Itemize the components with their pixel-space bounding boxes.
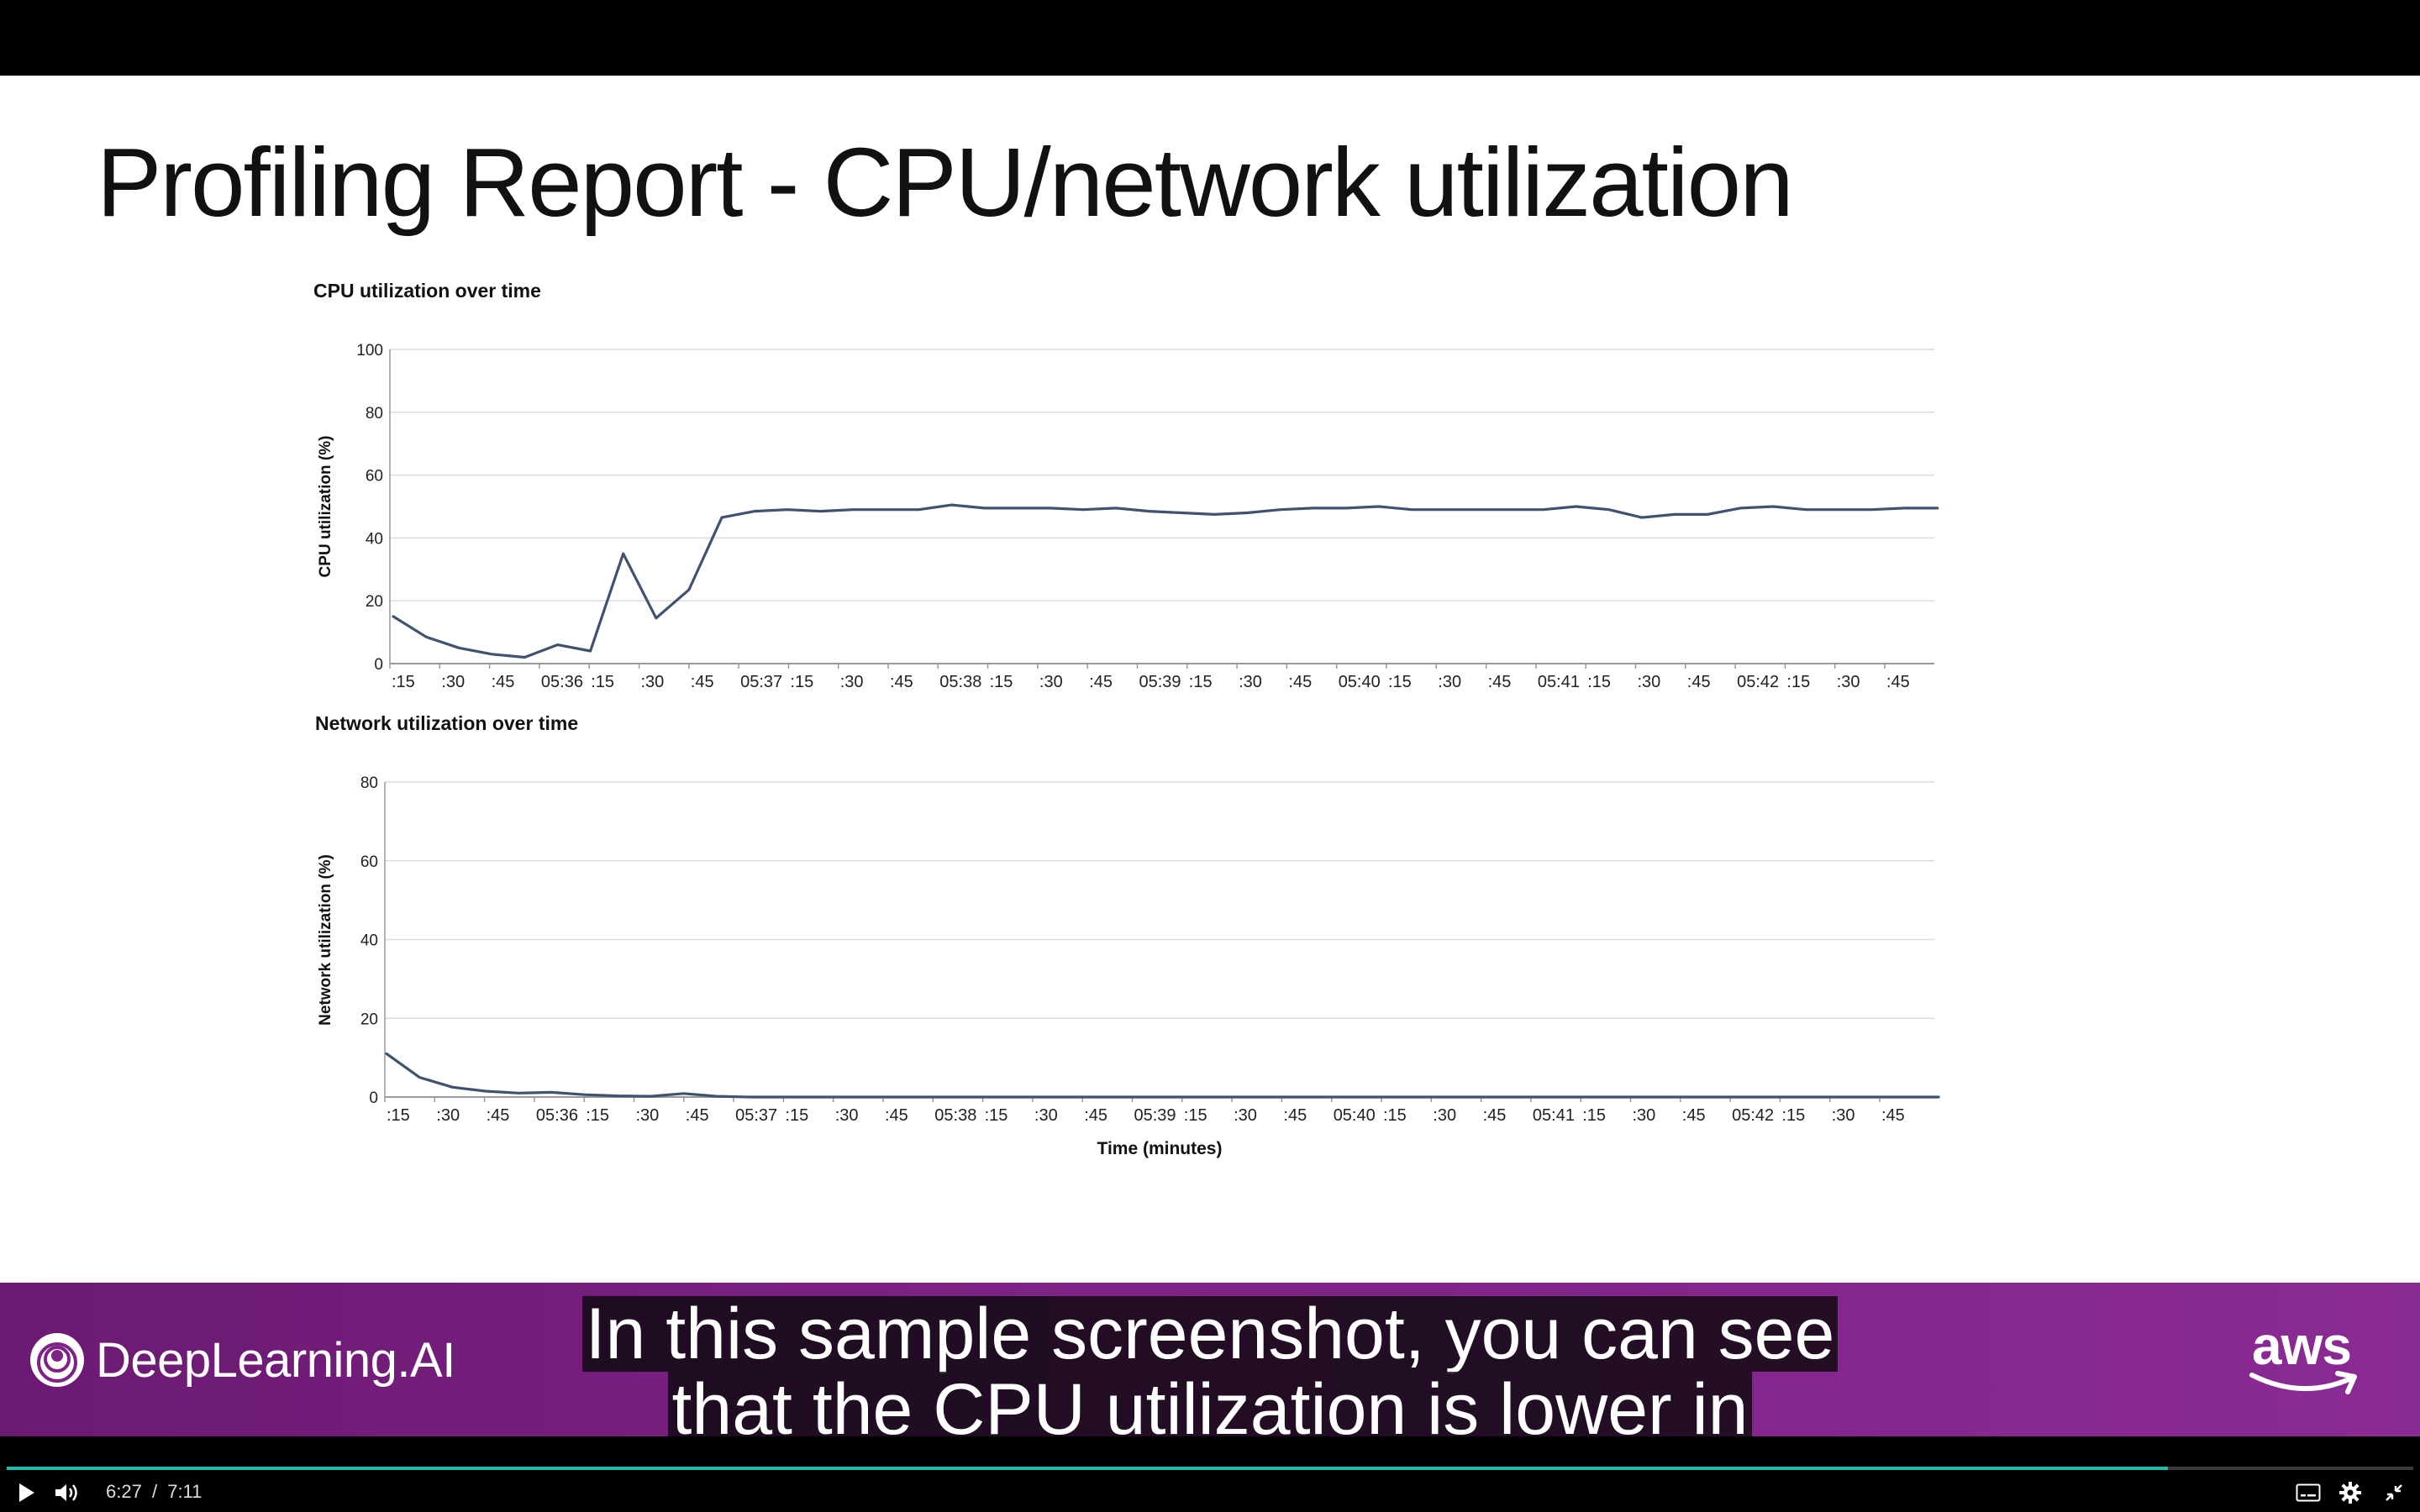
cpu-series-line [392, 503, 1939, 659]
cpu-x-tick-label: :45 [492, 673, 515, 691]
net-x-tick-label: :15 [1582, 1106, 1606, 1125]
net-y-tick-label: 20 [360, 1011, 378, 1028]
net-x-tick-label: 05:42 [1732, 1106, 1774, 1125]
cpu-x-tick-label: :30 [1638, 673, 1661, 691]
cpu-x-tick-label: :30 [1438, 673, 1461, 691]
network-chart-xlabel: Time (minutes) [1097, 1139, 1223, 1158]
net-x-tick-label: :30 [1633, 1106, 1656, 1125]
cpu-x-tick-label: :30 [441, 673, 465, 691]
net-x-tick-label: :15 [785, 1106, 808, 1125]
network-chart-title: Network utilization over time [315, 712, 578, 734]
net-y-tick-label: 40 [360, 932, 378, 950]
cpu-x-tick-label: :30 [840, 673, 864, 691]
net-x-tick-label: :15 [1383, 1106, 1407, 1125]
net-y-tick-label: 60 [360, 853, 378, 871]
time-display: 6:27 / 7:11 [106, 1481, 202, 1503]
cpu-x-tick-label: :45 [1288, 673, 1312, 691]
cpu-x-tick-label: 05:42 [1737, 673, 1779, 691]
net-x-tick-label: 05:36 [536, 1106, 578, 1125]
net-x-tick-label: :30 [1234, 1106, 1257, 1125]
subtitle-caption: In this sample screenshot, you can see t… [0, 1296, 2420, 1447]
net-x-tick-label: :30 [436, 1106, 460, 1125]
exit-fullscreen-icon[interactable] [2383, 1482, 2405, 1504]
net-y-tick-label: 80 [360, 774, 378, 792]
cpu-x-tick-label: :15 [1786, 673, 1810, 691]
net-series-line [385, 1052, 1940, 1099]
network-chart-ylabel: Network utilization (%) [317, 854, 334, 1026]
cpu-x-tick-label: :15 [1587, 673, 1611, 691]
cpu-x-tick-label: :45 [691, 673, 714, 691]
captions-icon[interactable] [2296, 1483, 2321, 1502]
net-x-tick-label: :45 [885, 1106, 908, 1125]
net-x-tick-label: :30 [1433, 1106, 1456, 1125]
cpu-y-tick-label: 20 [366, 593, 383, 611]
net-x-tick-label: :15 [1781, 1106, 1805, 1125]
cpu-x-tick-label: :15 [990, 673, 1013, 691]
cpu-y-tick-label: 100 [356, 342, 383, 360]
charts-canvas: CPU utilization over time CPU utilizatio… [313, 280, 1940, 1158]
cpu-chart-ylabel: CPU utilization (%) [317, 436, 334, 578]
time-separator: / [151, 1481, 158, 1502]
net-x-tick-label: :45 [686, 1106, 709, 1125]
cpu-y-tick-label: 0 [374, 656, 383, 674]
settings-icon[interactable] [2339, 1482, 2361, 1504]
play-icon[interactable] [17, 1482, 37, 1504]
cpu-x-tick-label: :15 [1189, 673, 1213, 691]
net-x-tick-label: 05:38 [934, 1106, 976, 1125]
cpu-x-tick-label: :45 [1089, 673, 1113, 691]
net-x-tick-label: :45 [487, 1106, 510, 1125]
cpu-x-tick-label: :30 [641, 673, 665, 691]
cpu-x-tick-label: :45 [1687, 673, 1711, 691]
duration: 7:11 [167, 1481, 203, 1502]
cpu-x-tick-label: :30 [1039, 673, 1063, 691]
net-x-tick-label: :45 [1881, 1106, 1905, 1125]
net-x-tick-label: :30 [1034, 1106, 1058, 1125]
net-x-tick-label: 05:40 [1334, 1106, 1376, 1125]
cpu-x-tick-label: :15 [591, 673, 614, 691]
net-x-tick-label: :45 [1283, 1106, 1307, 1125]
cpu-x-tick-label: :15 [790, 673, 813, 691]
current-time: 6:27 [106, 1481, 142, 1502]
progress-bar-fill [7, 1467, 2168, 1470]
net-x-tick-label: :45 [1682, 1106, 1706, 1125]
net-x-tick-label: :15 [586, 1106, 609, 1125]
cpu-x-tick-label: :30 [1239, 673, 1262, 691]
net-x-tick-label: 05:37 [735, 1106, 777, 1125]
progress-bar[interactable] [7, 1467, 2413, 1470]
cpu-x-tick-label: 05:36 [541, 673, 583, 691]
cpu-x-tick-label: :45 [890, 673, 913, 691]
cpu-x-tick-label: :15 [392, 673, 415, 691]
volume-icon[interactable] [54, 1482, 81, 1504]
cpu-x-tick-label: :45 [1886, 673, 1910, 691]
video-player-controls [0, 1436, 2420, 1512]
cpu-x-tick-label: 05:39 [1139, 673, 1181, 691]
net-y-tick-label: 0 [369, 1089, 378, 1107]
net-x-tick-label: :45 [1084, 1106, 1107, 1125]
cpu-y-tick-label: 60 [366, 468, 383, 486]
cpu-chart-title: CPU utilization over time [313, 280, 541, 302]
cpu-y-tick-label: 40 [366, 530, 383, 548]
net-x-tick-label: :30 [636, 1106, 660, 1125]
network-utilization-chart: Network utilization over time Network ut… [315, 712, 1940, 1158]
net-x-tick-label: :30 [835, 1106, 859, 1125]
slide: Profiling Report - CPU/network utilizati… [0, 76, 2420, 1283]
cpu-x-tick-label: 05:38 [939, 673, 981, 691]
cpu-x-tick-label: :30 [1837, 673, 1860, 691]
cpu-x-tick-label: 05:37 [740, 673, 782, 691]
cpu-x-tick-label: 05:40 [1339, 673, 1381, 691]
cpu-x-tick-label: :15 [1388, 673, 1412, 691]
net-x-tick-label: 05:39 [1134, 1106, 1176, 1125]
net-x-tick-label: :45 [1483, 1106, 1507, 1125]
net-x-tick-label: :15 [1184, 1106, 1207, 1125]
net-x-tick-label: 05:41 [1533, 1106, 1575, 1125]
cpu-y-tick-label: 80 [366, 405, 383, 423]
net-x-tick-label: :30 [1832, 1106, 1855, 1125]
cpu-x-tick-label: :45 [1488, 673, 1512, 691]
caption-line-1: In this sample screenshot, you can see [581, 1296, 1839, 1372]
net-x-tick-label: :15 [387, 1106, 410, 1125]
cpu-utilization-chart: CPU utilization over time CPU utilizatio… [313, 280, 1939, 691]
net-x-tick-label: :15 [985, 1106, 1008, 1125]
cpu-x-tick-label: 05:41 [1538, 673, 1580, 691]
